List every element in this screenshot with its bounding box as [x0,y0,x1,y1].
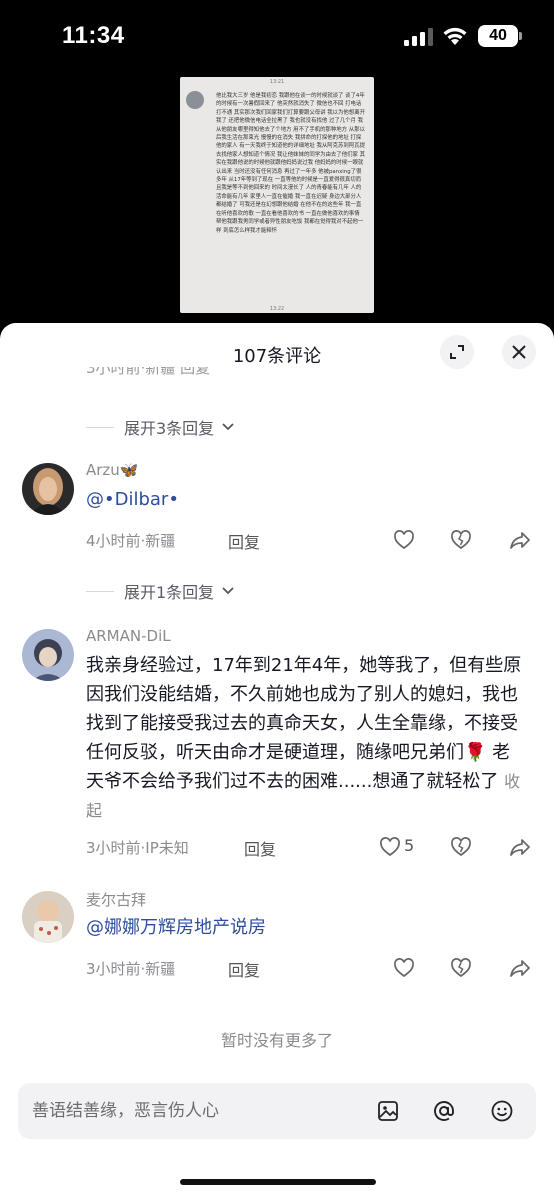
comment-input[interactable] [32,1095,362,1127]
comment-input-bar [18,1083,536,1139]
like-count: 5 [404,836,415,855]
like-icon[interactable] [392,956,416,980]
expand-replies-button[interactable]: 展开3条回复 [86,415,236,439]
cellular-signal-icon [404,28,433,46]
home-indicator [180,1179,376,1185]
dislike-icon[interactable] [449,528,473,552]
comment-meta: 3小时前·新疆 [86,960,176,978]
close-icon [512,345,526,359]
battery-icon: 40 [478,25,518,47]
expand-replies-label: 展开3条回复 [124,419,215,438]
like-icon[interactable] [392,528,416,552]
share-icon[interactable] [508,528,532,552]
share-icon[interactable] [508,835,532,859]
photo-avatar [186,91,204,109]
wifi-icon [443,27,467,45]
photo-text: 他比我大三岁 他是我初恋 我跟他在谈一的时候就谈了 谈了4年的时候有一次暑假回来… [216,93,365,234]
image-icon[interactable] [376,1099,400,1123]
comment-username[interactable]: 麦尔古拜 [86,889,146,910]
comment-text[interactable]: 我亲身经验过，17年到21年4年，她等我了，但有些原因我们没能结婚，不久前她也成… [86,651,526,825]
avatar[interactable] [22,629,74,681]
like-icon[interactable] [378,835,402,859]
expand-icon [450,345,464,359]
dislike-icon[interactable] [449,835,473,859]
share-icon[interactable] [508,956,532,980]
avatar[interactable] [22,891,74,943]
status-bar: 11:34 40 [0,0,554,70]
mention-at-icon[interactable] [432,1099,456,1123]
comments-sheet: 107条评论 3小时前·新疆 回复 展开3条回复 Arzu🦋 @•Dilbar•… [0,323,554,1200]
expand-sheet-button[interactable] [440,335,474,369]
expand-replies-button[interactable]: 展开1条回复 [86,579,236,603]
comment-meta: 3小时前·IP未知 [86,839,189,857]
chevron-down-icon [222,423,234,431]
dislike-icon[interactable] [449,956,473,980]
divider-line [86,426,114,428]
photo-bottom-time: 13:22 [269,306,285,312]
comment-text-body: 我亲身经验过，17年到21年4年，她等我了，但有些原因我们没能结婚，不久前她也成… [86,655,522,792]
emoji-icon[interactable] [490,1099,514,1123]
reply-button[interactable]: 回复 [228,957,260,981]
previous-comment-meta-cut: 3小时前·新疆 回复 [86,367,211,377]
no-more-comments: 暂时没有更多了 [220,1031,333,1050]
comment-meta: 4小时前·新疆 [86,532,176,550]
divider-line [86,590,114,592]
comment-username[interactable]: ARMAN-DiL [86,627,171,645]
chevron-down-icon [222,587,234,595]
expand-replies-label: 展开1条回复 [124,583,215,602]
comment-username[interactable]: Arzu🦋 [86,461,139,479]
comment-text[interactable]: @娜娜万辉房地产说房 [86,913,526,942]
comment-text[interactable]: @•Dilbar• [86,485,526,514]
reply-button[interactable]: 回复 [228,529,260,553]
battery-tip [519,32,522,40]
avatar[interactable] [22,463,74,515]
background-photo[interactable]: 13:21 他比我大三岁 他是我初恋 我跟他在谈一的时候就谈了 谈了4年的时候有… [180,77,374,313]
reply-button[interactable]: 回复 [244,836,276,860]
close-button[interactable] [502,335,536,369]
photo-top-time: 13:21 [269,79,285,85]
status-time: 11:34 [62,22,125,49]
